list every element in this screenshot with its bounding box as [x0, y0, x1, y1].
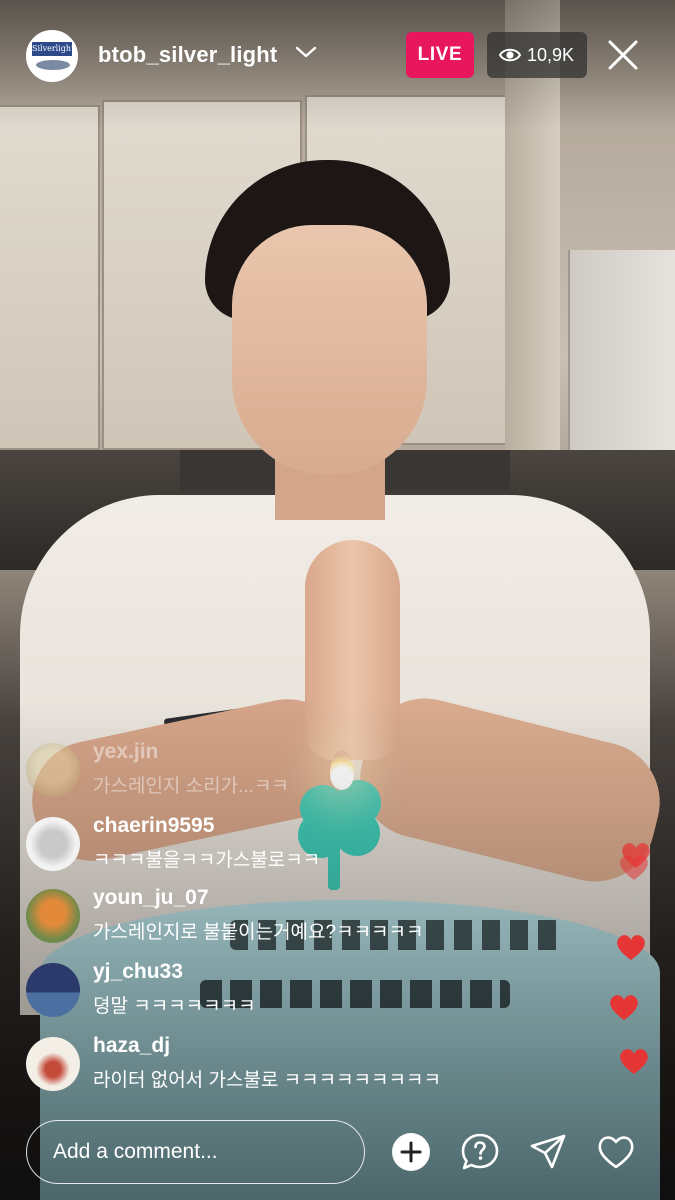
floating-heart-icon	[620, 1049, 648, 1074]
comment-text: 라이터 없어서 가스불로 ㅋㅋㅋㅋㅋㅋㅋㅋㅋ	[93, 1070, 441, 1091]
commenter-avatar[interactable]	[26, 889, 80, 943]
heart-icon[interactable]	[596, 1132, 636, 1172]
kitchen-cabinet	[0, 105, 100, 450]
comment-text: 뎡말 ㅋㅋㅋㅋㅋㅋㅋ	[93, 996, 256, 1017]
comment-item: chaerin9595 ㅋㅋㅋ불을ㅋㅋ가스불로ㅋㅋ	[26, 814, 586, 878]
paper-plane-icon[interactable]	[528, 1132, 568, 1172]
live-header: Silverlight btob_silver_light LIVE 10,9K	[0, 28, 675, 84]
commenter-avatar[interactable]	[26, 1037, 80, 1091]
commenter-username[interactable]: haza_dj	[93, 1034, 170, 1058]
bird-icon	[36, 60, 70, 70]
viewer-count-badge[interactable]: 10,9K	[487, 32, 587, 78]
commenter-avatar[interactable]	[26, 817, 80, 871]
commenter-username[interactable]: chaerin9595	[93, 814, 214, 838]
commenter-username[interactable]: yj_chu33	[93, 960, 183, 984]
chevron-down-icon[interactable]	[294, 40, 318, 64]
eye-icon	[499, 48, 521, 62]
floating-heart-icon	[620, 855, 648, 880]
person-face	[232, 225, 427, 475]
close-icon[interactable]	[604, 36, 642, 74]
comment-item: haza_dj 라이터 없어서 가스불로 ㅋㅋㅋㅋㅋㅋㅋㅋㅋ	[26, 1034, 586, 1098]
question-bubble-icon[interactable]	[460, 1132, 500, 1172]
avatar-logo-text: Silverlight	[32, 42, 74, 56]
live-badge: LIVE	[406, 32, 474, 78]
host-username[interactable]: btob_silver_light	[98, 42, 277, 68]
comment-input[interactable]: Add a comment...	[26, 1120, 365, 1184]
commenter-avatar[interactable]	[26, 743, 80, 797]
commenter-avatar[interactable]	[26, 963, 80, 1017]
comment-item: yex.jin 가스레인지 소리가...ㅋㅋ	[26, 740, 586, 804]
commenter-username[interactable]: youn_ju_07	[93, 886, 209, 910]
comment-item: yj_chu33 뎡말 ㅋㅋㅋㅋㅋㅋㅋ	[26, 960, 586, 1024]
commenter-username[interactable]: yex.jin	[93, 740, 158, 764]
floating-heart-icon	[610, 995, 638, 1020]
viewer-count: 10,9K	[527, 45, 575, 65]
floating-heart-icon	[617, 935, 645, 960]
comment-text: 가스레인지로 불붙이는거예요?ㅋㅋㅋㅋㅋ	[93, 922, 424, 943]
comment-text: 가스레인지 소리가...ㅋㅋ	[93, 776, 289, 797]
comment-item: youn_ju_07 가스레인지로 불붙이는거예요?ㅋㅋㅋㅋㅋ	[26, 886, 586, 950]
plus-circle-icon[interactable]	[391, 1132, 431, 1172]
comment-text: ㅋㅋㅋ불을ㅋㅋ가스불로ㅋㅋ	[93, 850, 321, 871]
host-avatar[interactable]: Silverlight	[26, 30, 78, 82]
